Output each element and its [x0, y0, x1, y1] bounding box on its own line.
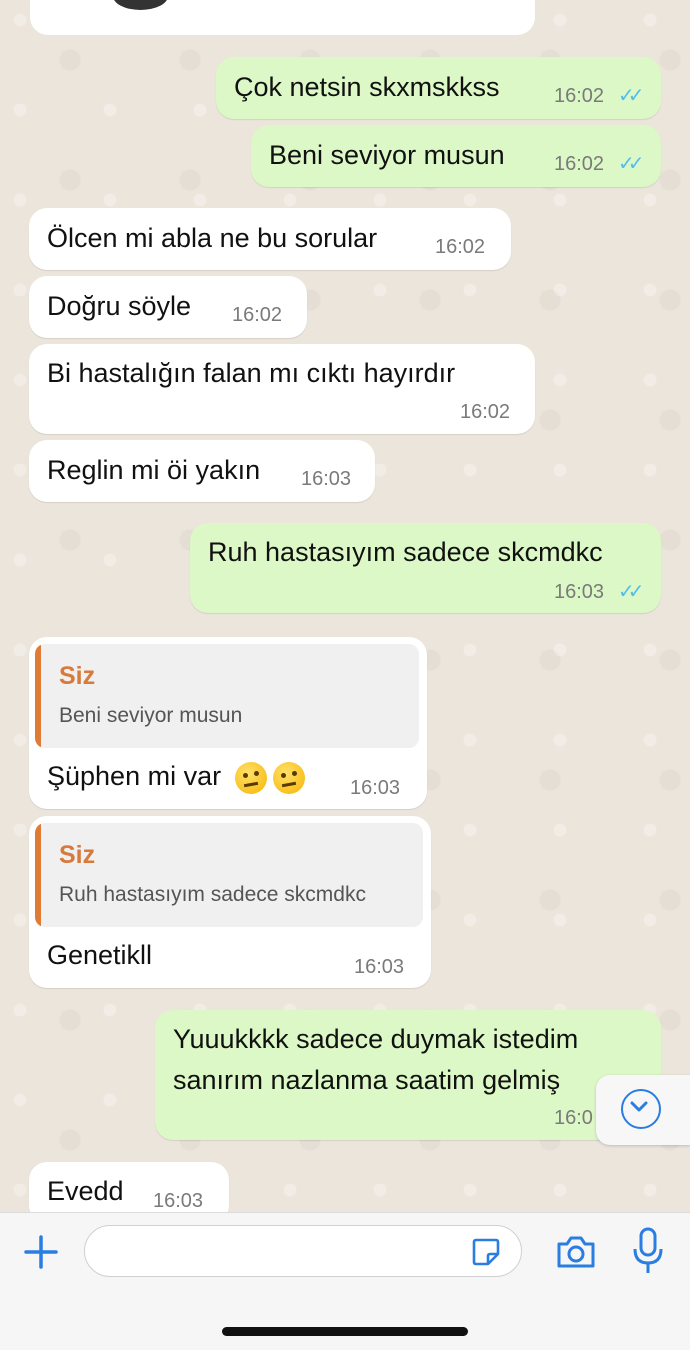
quote-accent-bar — [35, 823, 41, 927]
microphone-icon[interactable] — [631, 1227, 665, 1275]
message-text: Genetikll — [47, 940, 153, 970]
outgoing-message[interactable]: Ruh hastasıyım sadece skcmdkc 16:03 ✓✓ — [190, 523, 661, 613]
raised-eyebrow-emoji-icon — [235, 761, 268, 794]
message-text: Reglin mi öi yakın — [47, 455, 261, 485]
message-text: Evedd — [47, 1176, 124, 1206]
sticker-icon[interactable] — [470, 1236, 502, 1268]
quoted-message[interactable]: Siz Ruh hastasıyım sadece skcmdkc — [35, 823, 423, 927]
quote-accent-bar — [35, 644, 41, 748]
message-time: 16:02 — [554, 85, 605, 107]
message-text: Beni seviyor musun — [269, 140, 505, 170]
home-indicator — [222, 1327, 468, 1336]
chat-area: Çok netsin skxmskkss 16:02 ✓✓ Beni seviy… — [0, 0, 690, 1212]
quote-author: Siz — [59, 662, 96, 690]
message-time: 16:02 — [435, 236, 486, 258]
message-text: Şüphen mi var — [47, 761, 222, 791]
message-time: 16:02 — [554, 153, 605, 175]
message-text: Ölcen mi abla ne bu sorular — [47, 223, 378, 253]
incoming-message[interactable]: Doğru söyle 16:02 — [29, 276, 307, 338]
message-time: 16:0 — [554, 1107, 593, 1129]
read-receipt-icon: ✓✓ — [618, 581, 644, 603]
quote-text: Beni seviyor musun — [59, 704, 243, 727]
message-text-line-1: Yuuukkkk sadece duymak istedim — [173, 1024, 579, 1054]
quote-author: Siz — [59, 841, 96, 869]
message-time: 16:03 — [354, 956, 405, 978]
outgoing-message[interactable]: Çok netsin skxmskkss 16:02 ✓✓ — [216, 57, 661, 119]
message-time: 16:03 — [153, 1190, 204, 1212]
incoming-message-reply[interactable]: Siz Beni seviyor musun Şüphen mi var 16:… — [29, 637, 427, 809]
message-time: 16:02 — [460, 401, 511, 423]
message-time: 16:03 — [301, 468, 352, 490]
message-text: Ruh hastasıyım sadece skcmdkc — [208, 537, 603, 567]
message-time: 16:03 — [554, 581, 605, 603]
plus-icon[interactable] — [22, 1233, 60, 1271]
chevron-down-icon — [621, 1089, 661, 1129]
outgoing-message[interactable]: Beni seviyor musun 16:02 ✓✓ — [251, 125, 661, 187]
composer-bar — [0, 1212, 690, 1350]
incoming-message[interactable]: Evedd 16:03 — [29, 1162, 229, 1212]
message-time: 16:02 — [232, 304, 283, 326]
raised-eyebrow-emoji-icon — [273, 761, 306, 794]
camera-icon[interactable] — [555, 1233, 597, 1271]
previous-message-bubble — [30, 0, 535, 35]
message-text-line-2: sanırım nazlanma saatim gelmiş — [173, 1065, 561, 1095]
read-receipt-icon: ✓✓ — [618, 85, 644, 107]
incoming-message[interactable]: Bi hastalığın falan mı cıktı hayırdır 16… — [29, 344, 535, 434]
incoming-message[interactable]: Reglin mi öi yakın 16:03 — [29, 440, 375, 502]
incoming-message-reply[interactable]: Siz Ruh hastasıyım sadece skcmdkc Geneti… — [29, 816, 431, 988]
incoming-message[interactable]: Ölcen mi abla ne bu sorular 16:02 — [29, 208, 511, 270]
quote-text: Ruh hastasıyım sadece skcmdkc — [59, 883, 366, 906]
outgoing-message[interactable]: Yuuukkkk sadece duymak istedim sanırım n… — [155, 1010, 661, 1140]
message-text: Bi hastalığın falan mı cıktı hayırdır — [47, 358, 456, 388]
message-text: Doğru söyle — [47, 291, 192, 321]
quoted-message[interactable]: Siz Beni seviyor musun — [35, 644, 419, 748]
message-text: Çok netsin skxmskkss — [234, 72, 500, 102]
read-receipt-icon: ✓✓ — [618, 153, 644, 175]
message-text-row: Şüphen mi var — [47, 757, 306, 795]
message-time: 16:03 — [350, 777, 401, 799]
scroll-to-bottom-button[interactable] — [596, 1075, 690, 1145]
message-input[interactable] — [84, 1225, 522, 1277]
